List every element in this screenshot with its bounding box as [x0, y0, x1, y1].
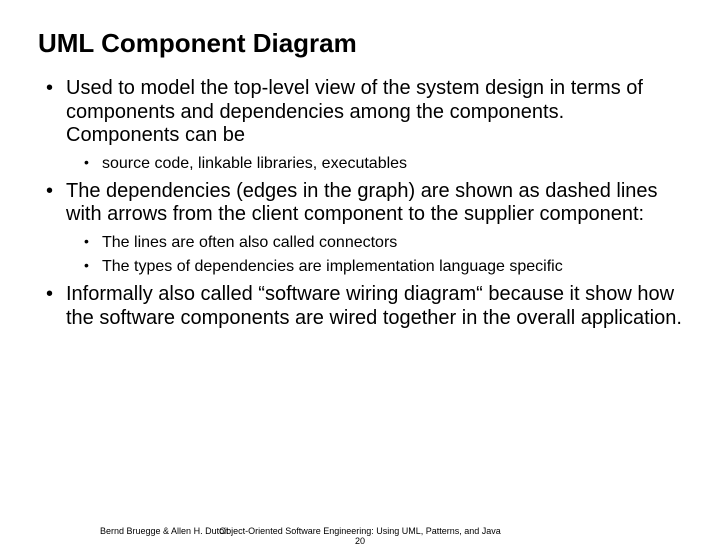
sub-bullet-text: source code, linkable libraries, executa…: [102, 155, 407, 172]
bullet-item: Used to model the top-level view of the …: [66, 77, 682, 174]
sub-bullet-text: The types of dependencies are implementa…: [102, 258, 563, 275]
slide: UML Component Diagram Used to model the …: [0, 0, 720, 540]
sub-bullet-item: The types of dependencies are implementa…: [102, 257, 682, 277]
sub-bullet-list: source code, linkable libraries, executa…: [66, 154, 682, 174]
bullet-item: Informally also called “software wiring …: [66, 283, 682, 330]
sub-bullet-text: The lines are often also called connecto…: [102, 234, 397, 251]
footer-page-number: 20: [0, 536, 720, 546]
footer-book-title: Object-Oriented Software Engineering: Us…: [219, 526, 501, 536]
sub-bullet-item: source code, linkable libraries, executa…: [102, 154, 682, 174]
slide-title: UML Component Diagram: [38, 28, 682, 59]
bullet-text: The dependencies (edges in the graph) ar…: [66, 180, 658, 226]
bullet-list: Used to model the top-level view of the …: [38, 77, 682, 330]
bullet-text: Informally also called “software wiring …: [66, 283, 682, 329]
bullet-text: Used to model the top-level view of the …: [66, 77, 643, 146]
footer-book: Object-Oriented Software Engineering: Us…: [0, 526, 720, 546]
sub-bullet-item: The lines are often also called connecto…: [102, 233, 682, 253]
sub-bullet-list: The lines are often also called connecto…: [66, 233, 682, 277]
bullet-item: The dependencies (edges in the graph) ar…: [66, 180, 682, 277]
